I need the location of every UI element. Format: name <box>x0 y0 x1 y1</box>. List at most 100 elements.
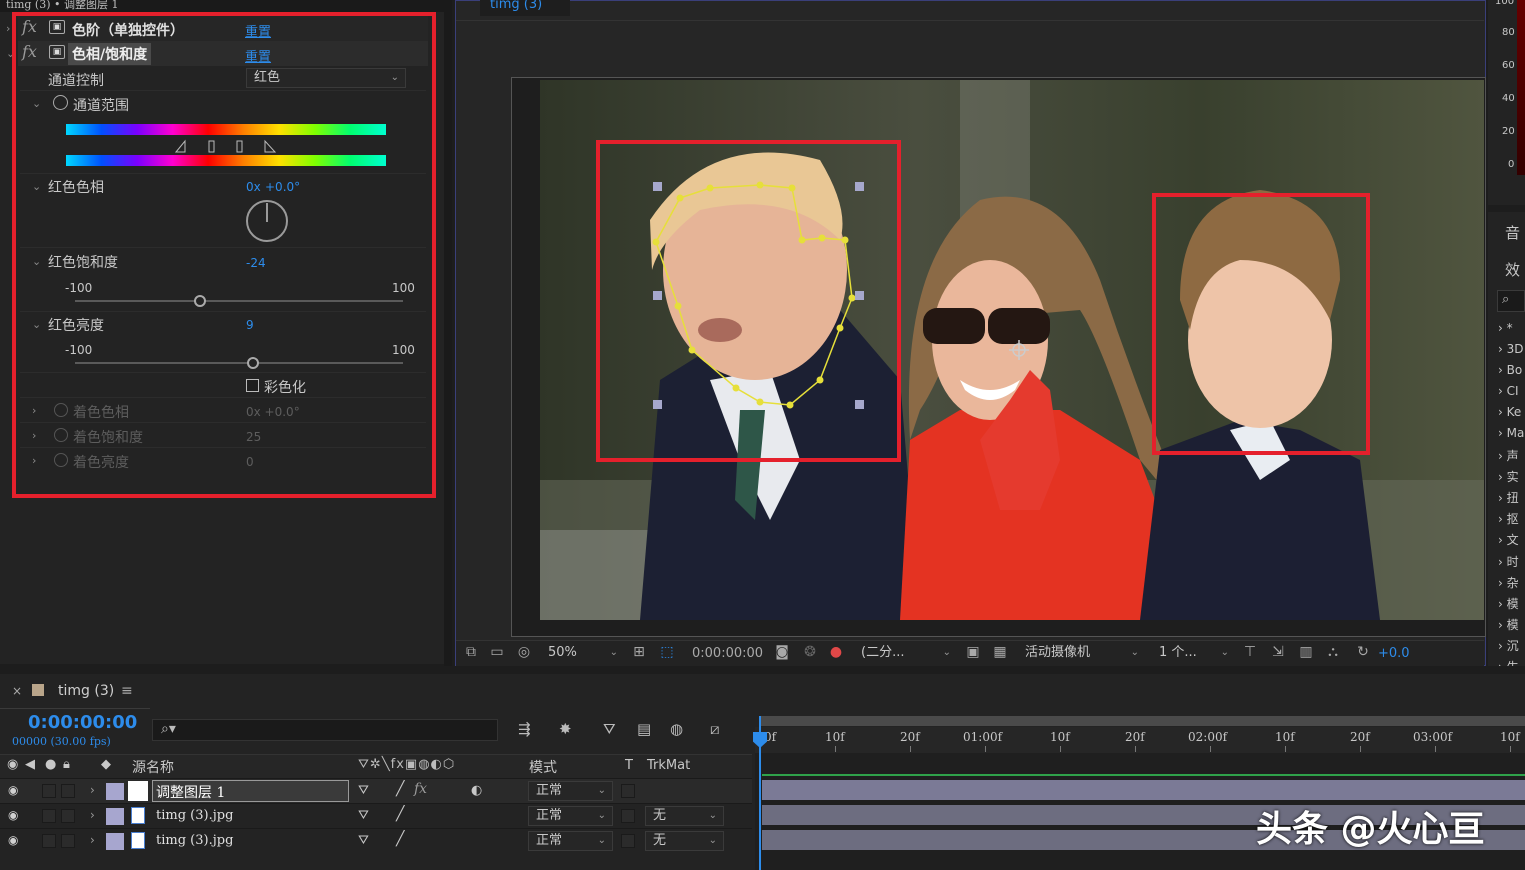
layer-row[interactable]: ◉ › timg (3).jpg ⛛ ╱ 正常 ⌄ 无 ⌄ <box>0 828 752 853</box>
column-mode[interactable]: 模式 <box>529 757 557 777</box>
effects-category[interactable]: › 声 <box>1498 447 1519 464</box>
effects-category[interactable]: › Ke <box>1498 405 1521 419</box>
layer-row[interactable]: ◉ › timg (3).jpg ⛛ ╱ 正常 ⌄ 无 ⌄ <box>0 803 752 828</box>
resolution-dropdown[interactable]: (二分... ⌄ <box>854 644 957 664</box>
exposure-value[interactable]: +0.0 <box>1378 646 1410 661</box>
layer-mode-dropdown[interactable]: 正常 ⌄ <box>528 831 613 851</box>
chevron-right-icon[interactable]: › <box>6 22 10 35</box>
layer-mode-dropdown[interactable]: 正常 ⌄ <box>528 781 613 801</box>
fast-preview-icon[interactable]: ⇲ <box>1268 644 1288 662</box>
zoom-dropdown[interactable]: 50% ⌄ <box>541 644 624 664</box>
eye-icon[interactable]: ◉ <box>7 757 18 772</box>
lock-toggle[interactable] <box>61 784 75 798</box>
speaker-icon[interactable]: ◀ <box>25 757 35 772</box>
grid-guides-icon[interactable]: ⊞ <box>629 644 649 662</box>
camera-dropdown[interactable]: 活动摄像机 ⌄ <box>1018 644 1145 664</box>
effects-category[interactable]: › 扭 <box>1498 489 1519 506</box>
timeline-timecode[interactable]: 0:00:00:00 <box>28 712 137 733</box>
audio-toggle[interactable] <box>42 784 56 798</box>
layer-mode-dropdown[interactable]: 正常 ⌄ <box>528 806 613 826</box>
preserve-transparency-toggle[interactable] <box>621 809 635 823</box>
viewer-tab[interactable]: timg (3) <box>480 0 570 16</box>
layer-duration-bar[interactable] <box>762 780 1525 800</box>
channel-rgb-icon[interactable]: ● <box>826 644 846 662</box>
solo-icon[interactable]: ● <box>45 757 56 772</box>
quality-switch-icon[interactable]: ╱ <box>396 806 404 822</box>
timeline-icon[interactable]: ▥ <box>1296 644 1316 662</box>
shy-layers-icon[interactable]: ⛛ <box>603 720 616 738</box>
effects-category[interactable]: › 模 <box>1498 616 1519 633</box>
effects-category[interactable]: › Ma <box>1498 426 1524 440</box>
layer-row[interactable]: ◉ › 调整图层 1 ⛛ ╱ fx ◐ 正常 ⌄ <box>0 778 752 803</box>
effects-category[interactable]: › 杂 <box>1498 574 1519 591</box>
effects-category[interactable]: › 模 <box>1498 595 1519 612</box>
effects-category[interactable]: › CI <box>1498 384 1519 398</box>
column-trkmat[interactable]: TrkMat <box>647 758 690 773</box>
effects-category[interactable]: › 实 <box>1498 468 1519 485</box>
flowchart-icon[interactable]: ⛬ <box>1323 644 1343 662</box>
effects-category[interactable]: › 时 <box>1498 553 1519 570</box>
lock-toggle[interactable] <box>61 809 75 823</box>
quality-switch-icon[interactable]: ╱ <box>396 781 404 797</box>
shy-switch-icon[interactable]: ⛛ <box>358 808 369 823</box>
eye-icon[interactable]: ◉ <box>8 783 18 797</box>
effects-category[interactable]: › 生 <box>1498 658 1519 666</box>
effects-category[interactable]: › * <box>1498 321 1513 335</box>
quality-switch-icon[interactable]: ╱ <box>396 831 404 847</box>
fx-switch-icon[interactable]: fx <box>414 781 427 797</box>
trkmat-dropdown[interactable]: 无 ⌄ <box>645 831 724 851</box>
eye-icon[interactable]: ◉ <box>8 833 18 847</box>
effects-category[interactable]: › 3D <box>1498 342 1524 356</box>
monitor-icon[interactable]: ▭ <box>487 644 507 662</box>
mask-visibility-icon[interactable]: ◎ <box>514 644 534 662</box>
region-of-interest-icon[interactable]: ▣ <box>963 644 983 662</box>
lock-icon[interactable]: 🔒︎ <box>63 757 70 772</box>
effects-category[interactable]: › 文 <box>1498 531 1519 548</box>
pixel-aspect-icon[interactable]: ⊤ <box>1240 644 1260 662</box>
audio-toggle[interactable] <box>42 834 56 848</box>
playhead-line[interactable] <box>759 716 761 870</box>
always-preview-icon[interactable]: ⧉ <box>461 644 481 662</box>
label-color-swatch[interactable] <box>106 833 124 850</box>
views-dropdown[interactable]: 1 个... ⌄ <box>1152 644 1235 664</box>
timeline-tab-label[interactable]: timg (3) <box>58 683 114 699</box>
chevron-right-icon[interactable]: › <box>90 833 95 847</box>
work-area-bar[interactable] <box>760 716 1525 726</box>
shy-switch-icon[interactable]: ⛛ <box>358 833 369 848</box>
effects-search-input[interactable]: ⌕ <box>1497 290 1525 312</box>
camera-snapshot-icon[interactable]: ◙ <box>772 644 792 662</box>
audio-tab[interactable]: 音 <box>1505 222 1520 243</box>
lock-toggle[interactable] <box>61 834 75 848</box>
viewer-timecode[interactable]: 0:00:00:00 <box>692 646 763 661</box>
close-icon[interactable]: × <box>12 684 22 698</box>
shy-switch-icon[interactable]: ⛛ <box>358 783 369 798</box>
motion-blur-icon[interactable]: ◍ <box>670 720 683 738</box>
transparency-grid-icon[interactable]: ▦ <box>990 644 1010 662</box>
effects-category[interactable]: › 抠 <box>1498 510 1519 527</box>
timeline-search-input[interactable]: ⌕▾ <box>152 719 498 741</box>
panel-menu-icon[interactable]: ≡ <box>121 683 133 699</box>
preserve-transparency-toggle[interactable] <box>621 834 635 848</box>
audio-toggle[interactable] <box>42 809 56 823</box>
graph-editor-icon[interactable]: ⧄ <box>710 720 720 738</box>
label-tag-icon[interactable]: ◆ <box>101 757 111 772</box>
trkmat-dropdown[interactable]: 无 ⌄ <box>645 806 724 826</box>
adjustment-switch-icon[interactable]: ◐ <box>471 783 482 798</box>
column-source-name[interactable]: 源名称 <box>132 757 174 777</box>
show-snapshot-icon[interactable]: ❂ <box>800 644 820 662</box>
layer-name[interactable]: timg (3).jpg <box>156 808 233 823</box>
label-color-swatch[interactable] <box>106 808 124 825</box>
effects-tab[interactable]: 效 <box>1505 259 1520 280</box>
mask-path-toggle-icon[interactable]: ⬚ <box>657 644 677 662</box>
label-color-swatch[interactable] <box>106 783 124 800</box>
layer-name[interactable]: timg (3).jpg <box>156 833 233 848</box>
preserve-transparency-toggle[interactable] <box>621 784 635 798</box>
effects-category[interactable]: › 沉 <box>1498 637 1519 654</box>
frame-blending-icon[interactable]: ▤ <box>637 720 651 738</box>
eye-icon[interactable]: ◉ <box>8 808 18 822</box>
exposure-reset-icon[interactable]: ↻ <box>1353 644 1373 662</box>
chevron-right-icon[interactable]: › <box>90 783 95 797</box>
layer-name-box[interactable]: 调整图层 1 <box>152 780 349 802</box>
draft-3d-icon[interactable]: ✸ <box>559 720 572 738</box>
effects-category[interactable]: › Bo <box>1498 363 1522 377</box>
